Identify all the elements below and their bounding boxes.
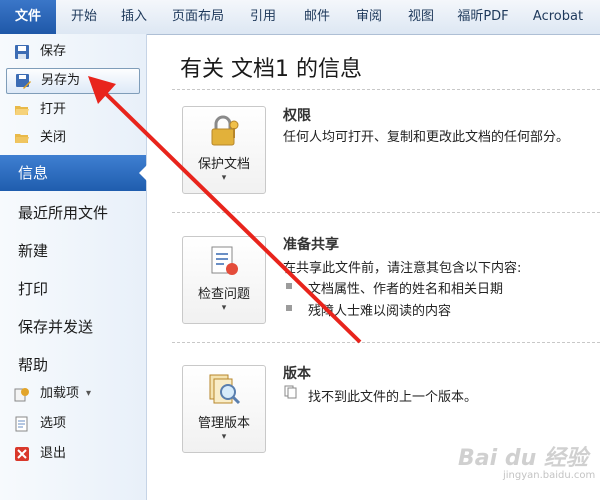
prepare-sharing-heading: 准备共享	[283, 237, 339, 253]
tab-file[interactable]: 文件	[0, 0, 56, 34]
manage-versions-label: 管理版本	[197, 416, 250, 431]
open-label: 打开	[40, 102, 67, 117]
tab-review[interactable]: 审阅	[348, 0, 390, 34]
nav-help[interactable]: 帮助	[18, 354, 48, 375]
tab-references[interactable]: 引用	[242, 0, 284, 34]
save-as-icon	[16, 74, 31, 89]
versions-text: 找不到此文件的上一个版本。	[308, 390, 478, 405]
close-document-icon	[15, 134, 29, 143]
save-command[interactable]: 保存	[6, 40, 138, 64]
tab-view[interactable]: 视图	[400, 0, 442, 34]
inspect-document-icon	[211, 246, 238, 275]
bullet-icon	[286, 305, 292, 311]
chevron-down-icon: ▾	[221, 303, 227, 313]
save-label: 保存	[40, 44, 67, 59]
nav-info-selected[interactable]: 信息	[0, 155, 147, 191]
permissions-heading: 权限	[283, 108, 311, 124]
permissions-text: 任何人均可打开、复制和更改此文档的任何部分。	[283, 130, 570, 145]
open-command[interactable]: 打开	[6, 98, 138, 122]
tab-insert[interactable]: 插入	[112, 0, 156, 34]
versions-magnifier-icon	[209, 374, 241, 405]
save-as-label: 另存为	[41, 73, 81, 88]
tab-acrobat[interactable]: Acrobat	[528, 0, 588, 34]
page-title: 有关 文档1 的信息	[180, 57, 362, 82]
nav-print[interactable]: 打印	[18, 278, 48, 299]
tab-mailings[interactable]: 邮件	[296, 0, 338, 34]
nav-recent[interactable]: 最近所用文件	[18, 202, 108, 223]
options-label: 选项	[40, 416, 67, 431]
protect-document-button[interactable]: 保护文档 ▾	[182, 106, 266, 194]
watermark-url: jingyan.baidu.com	[503, 470, 596, 481]
tab-page-layout[interactable]: 页面布局	[168, 0, 228, 34]
bullet-item: 文档属性、作者的姓名和相关日期	[308, 282, 504, 297]
addins-icon	[14, 388, 29, 402]
divider	[172, 212, 600, 213]
prepare-sharing-text: 在共享此文件前，请注意其包含以下内容:	[283, 261, 522, 276]
ribbon-tab-bar: 文件 开始 插入 页面布局 引用 邮件 审阅 视图 福昕PDF Acrobat	[0, 0, 600, 35]
document-versions-icon	[284, 385, 297, 399]
backstage-nav: 保存 另存为 打开 关闭 信息 最近所用文件 新建 打印 保存并发送 帮助 加载…	[0, 34, 147, 500]
watermark-logo: Bai du 经验	[458, 446, 588, 471]
lock-key-icon	[211, 115, 239, 146]
tab-home[interactable]: 开始	[62, 0, 106, 34]
nav-info-label: 信息	[18, 164, 49, 182]
protect-document-label: 保护文档	[197, 157, 250, 172]
nav-new[interactable]: 新建	[18, 240, 48, 261]
options-command[interactable]: 选项	[6, 412, 138, 436]
options-icon	[15, 416, 28, 432]
addins-dropdown-icon: ▾	[86, 388, 92, 399]
close-command[interactable]: 关闭	[6, 126, 138, 150]
nav-save-and-send[interactable]: 保存并发送	[18, 316, 93, 337]
bullet-icon	[286, 283, 292, 289]
versions-heading: 版本	[283, 366, 311, 382]
bullet-item: 残障人士难以阅读的内容	[308, 304, 452, 319]
check-for-issues-label: 检查问题	[197, 287, 250, 302]
open-folder-icon	[15, 106, 29, 115]
exit-icon	[15, 447, 29, 461]
chevron-down-icon: ▾	[221, 432, 227, 442]
check-for-issues-button[interactable]: 检查问题 ▾	[182, 236, 266, 324]
save-icon	[15, 45, 29, 59]
manage-versions-button[interactable]: 管理版本 ▾	[182, 365, 266, 453]
close-label: 关闭	[40, 130, 67, 145]
tab-foxit-pdf[interactable]: 福昕PDF	[452, 0, 514, 34]
addins-label: 加载项	[40, 386, 80, 401]
addins-command[interactable]: 加载项 ▾	[6, 382, 138, 406]
divider	[172, 342, 600, 343]
save-as-command[interactable]: 另存为	[6, 68, 140, 94]
exit-label: 退出	[40, 446, 67, 461]
divider	[172, 89, 600, 90]
exit-command[interactable]: 退出	[6, 442, 138, 466]
chevron-down-icon: ▾	[221, 173, 227, 183]
